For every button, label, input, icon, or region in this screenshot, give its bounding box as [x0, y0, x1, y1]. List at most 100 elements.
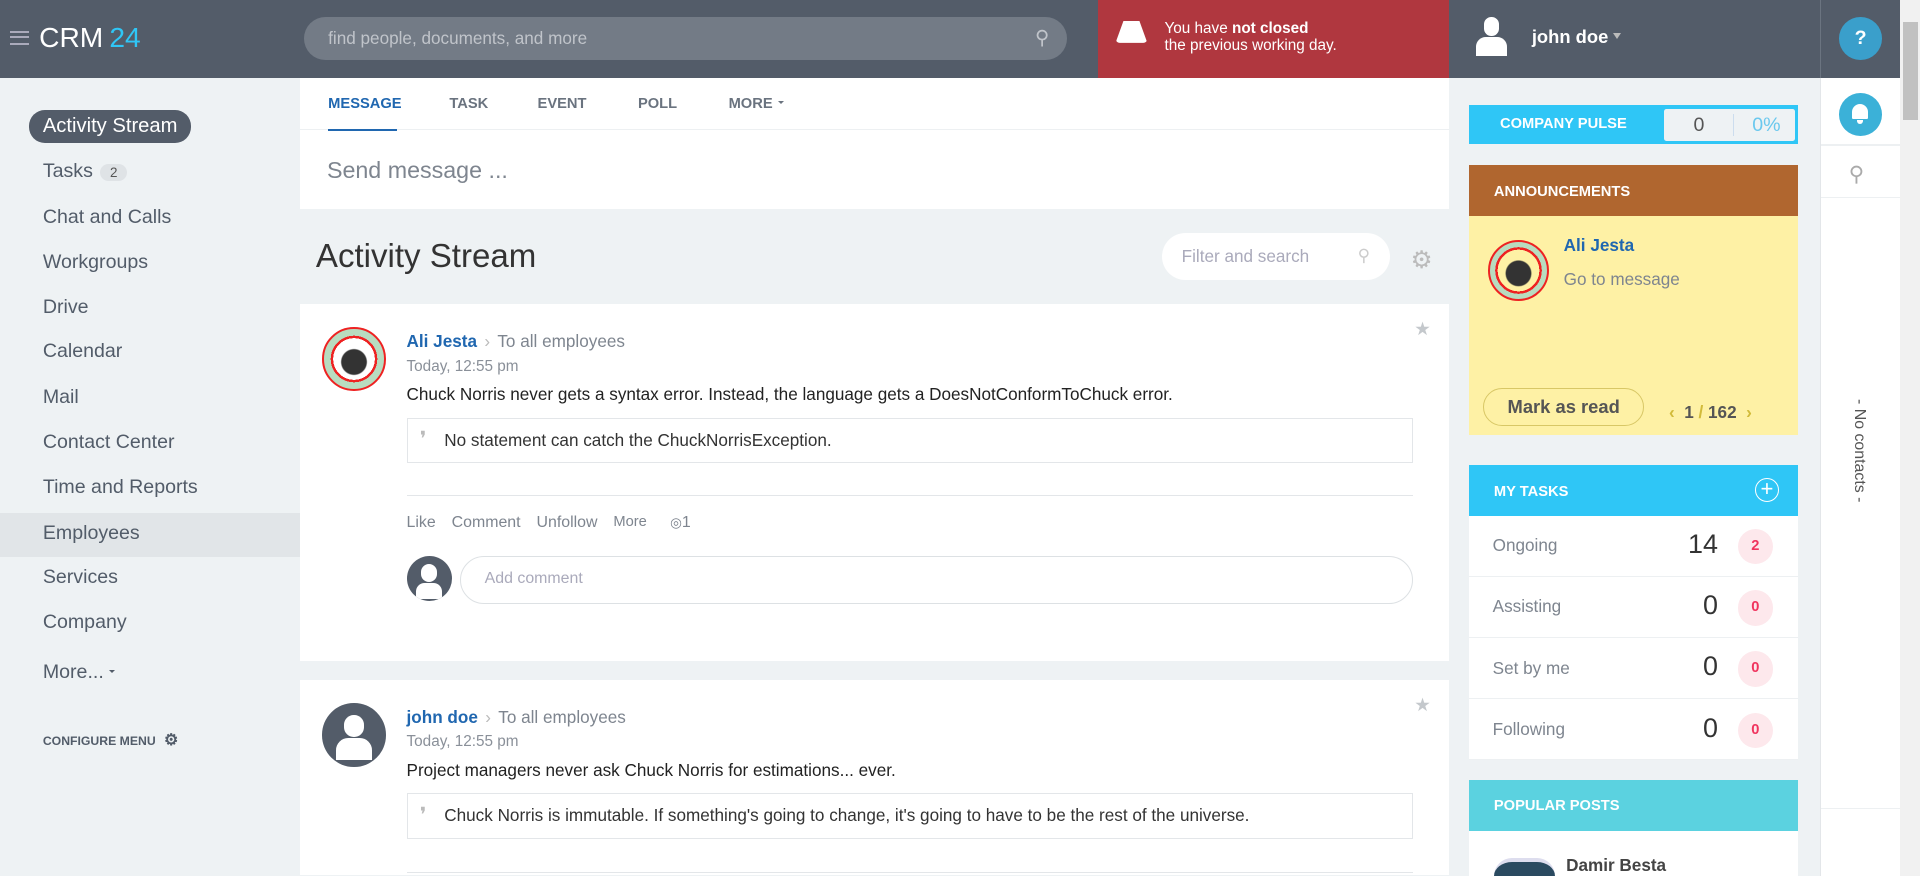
- filter-search-input[interactable]: Filter and search ⚲: [1162, 232, 1390, 281]
- like-button[interactable]: Like: [407, 514, 436, 532]
- help-button[interactable]: ?: [1839, 17, 1883, 60]
- user-menu[interactable]: john doe: [1475, 17, 1622, 57]
- chevron-right-icon: ›: [484, 330, 491, 351]
- author-link[interactable]: Ali Jesta: [407, 331, 477, 351]
- post-time[interactable]: Today, 12:55 pm: [407, 733, 519, 751]
- go-to-message-link[interactable]: Go to message: [1564, 269, 1680, 290]
- sidebar-item-employees[interactable]: Employees: [43, 522, 140, 545]
- search-icon[interactable]: ⚲: [1035, 26, 1049, 50]
- task-row-label: Following: [1492, 718, 1565, 739]
- scrollbar-thumb[interactable]: [1902, 22, 1918, 120]
- divider: [1820, 197, 1902, 199]
- sidebar-item-tasks[interactable]: Tasks 2: [43, 160, 128, 183]
- search-icon: ⚲: [1357, 244, 1371, 265]
- sidebar-item-company[interactable]: Company: [43, 611, 127, 634]
- no-contacts-label: - No contacts -: [1850, 399, 1868, 503]
- sidebar-item-more[interactable]: More...: [43, 661, 115, 684]
- popular-post-item[interactable]: Damir Besta: [1469, 831, 1798, 876]
- current-page: 1: [1684, 401, 1694, 422]
- unfollow-button[interactable]: Unfollow: [536, 514, 597, 532]
- company-pulse[interactable]: COMPANY PULSE 0 0%: [1469, 105, 1798, 145]
- my-tasks-list: Ongoing 14 2 Assisting 0 0 Set by me 0 0 Follo…: [1469, 515, 1798, 761]
- my-tasks-header: MY TASKS +: [1469, 465, 1798, 516]
- task-row-label: Set by me: [1492, 657, 1570, 678]
- more-button[interactable]: More: [613, 514, 646, 532]
- audience[interactable]: To all employees: [498, 707, 626, 727]
- post-time[interactable]: Today, 12:55 pm: [407, 358, 519, 376]
- audience[interactable]: To all employees: [497, 331, 625, 351]
- logo-number: 24: [109, 22, 141, 54]
- search-placeholder: find people, documents, and more: [328, 28, 588, 49]
- post-text: Chuck Norris never gets a syntax error. …: [406, 384, 1173, 405]
- add-task-plus-icon[interactable]: +: [1754, 477, 1780, 503]
- warning-text-2: the previous working day.: [1164, 36, 1337, 54]
- task-row-badge: 0: [1737, 712, 1774, 749]
- mark-as-read-button[interactable]: Mark as read: [1482, 388, 1645, 427]
- page-scrollbar[interactable]: [1900, 0, 1920, 876]
- task-row-following[interactable]: Following 0 0: [1469, 699, 1798, 761]
- active-tab-underline: [328, 128, 397, 131]
- notifications-bell-icon[interactable]: [1838, 93, 1882, 136]
- search-icon[interactable]: ⚲: [1849, 162, 1864, 187]
- sidebar-item-activity-stream[interactable]: Activity Stream: [29, 110, 191, 143]
- sidebar-item-time-reports[interactable]: Time and Reports: [43, 476, 198, 499]
- pulse-percent: 0%: [1752, 113, 1781, 136]
- warning-text: You have: [1164, 19, 1232, 37]
- right-rail: ⚲ - No contacts -: [1819, 78, 1902, 876]
- views-counter[interactable]: ◎1: [670, 514, 691, 532]
- pulse-label: COMPANY PULSE: [1500, 116, 1627, 133]
- sidebar-item-calendar[interactable]: Calendar: [43, 340, 122, 363]
- my-tasks-title: MY TASKS: [1493, 483, 1569, 500]
- divider: [1732, 113, 1734, 136]
- stream-settings-gear-icon[interactable]: ⚙: [1411, 245, 1433, 275]
- tab-poll[interactable]: POLL: [638, 96, 677, 112]
- chevron-right-icon[interactable]: ›: [1746, 402, 1752, 422]
- tab-message[interactable]: MESSAGE: [328, 96, 401, 112]
- feed-post: Ali Jesta › To all employees Today, 12:55 …: [300, 303, 1449, 662]
- workday-warning[interactable]: You have not closed the previous working …: [1098, 0, 1449, 79]
- divider: [1820, 808, 1902, 810]
- announcement-pager: ‹ 1 / 162 ›: [1669, 402, 1752, 423]
- configure-menu-button[interactable]: CONFIGURE MENU ⚙: [43, 730, 178, 750]
- sidebar-item-chat[interactable]: Chat and Calls: [43, 206, 171, 229]
- comment-button[interactable]: Comment: [452, 514, 521, 532]
- announcements-header: ANNOUNCEMENTS: [1469, 165, 1798, 216]
- global-search-input[interactable]: find people, documents, and more ⚲: [303, 17, 1067, 60]
- chevron-down-icon: [1613, 32, 1622, 43]
- sidebar-item-drive[interactable]: Drive: [43, 296, 89, 319]
- favorite-star-icon[interactable]: ★: [1414, 694, 1430, 716]
- add-comment-input[interactable]: Add comment: [460, 555, 1414, 604]
- author-avatar[interactable]: [322, 702, 386, 767]
- menu-icon[interactable]: [9, 30, 30, 46]
- task-row-count: 0: [1702, 651, 1718, 682]
- task-row-badge: 2: [1737, 528, 1774, 565]
- total-pages: 162: [1708, 401, 1737, 422]
- separator: /: [1698, 401, 1704, 422]
- sidebar-item-mail[interactable]: Mail: [43, 386, 79, 409]
- author-avatar[interactable]: [1487, 239, 1549, 302]
- post-composer: MESSAGE TASK EVENT POLL MORE Send messag…: [300, 78, 1449, 210]
- sidebar-item-workgroups[interactable]: Workgroups: [43, 251, 148, 274]
- sidebar-item-contact-center[interactable]: Contact Center: [43, 431, 175, 454]
- send-message-input[interactable]: Send message ...: [327, 157, 508, 184]
- tab-label: MORE: [728, 95, 773, 112]
- logo[interactable]: CRM 24: [9, 22, 141, 54]
- tab-task[interactable]: TASK: [449, 96, 488, 112]
- task-row-ongoing[interactable]: Ongoing 14 2: [1469, 515, 1798, 577]
- chevron-left-icon[interactable]: ‹: [1669, 402, 1675, 422]
- divider: [1820, 144, 1902, 146]
- pulse-values: 0 0%: [1664, 108, 1796, 141]
- crm-app: CRM 24 find people, documents, and more ⚲ …: [0, 0, 1920, 876]
- announcement-author[interactable]: Ali Jesta: [1564, 235, 1634, 256]
- task-row-set-by-me[interactable]: Set by me 0 0: [1469, 637, 1798, 700]
- popular-post-author[interactable]: Damir Besta: [1566, 855, 1666, 876]
- tab-event[interactable]: EVENT: [538, 96, 587, 112]
- filter-placeholder: Filter and search: [1181, 246, 1310, 267]
- page-title: Activity Stream: [315, 237, 537, 275]
- favorite-star-icon[interactable]: ★: [1414, 318, 1430, 340]
- author-link[interactable]: john doe: [407, 707, 478, 727]
- sidebar-item-services[interactable]: Services: [43, 566, 118, 589]
- author-avatar[interactable]: [322, 326, 386, 391]
- task-row-assisting[interactable]: Assisting 0 0: [1469, 576, 1798, 638]
- tab-more[interactable]: MORE: [729, 96, 784, 112]
